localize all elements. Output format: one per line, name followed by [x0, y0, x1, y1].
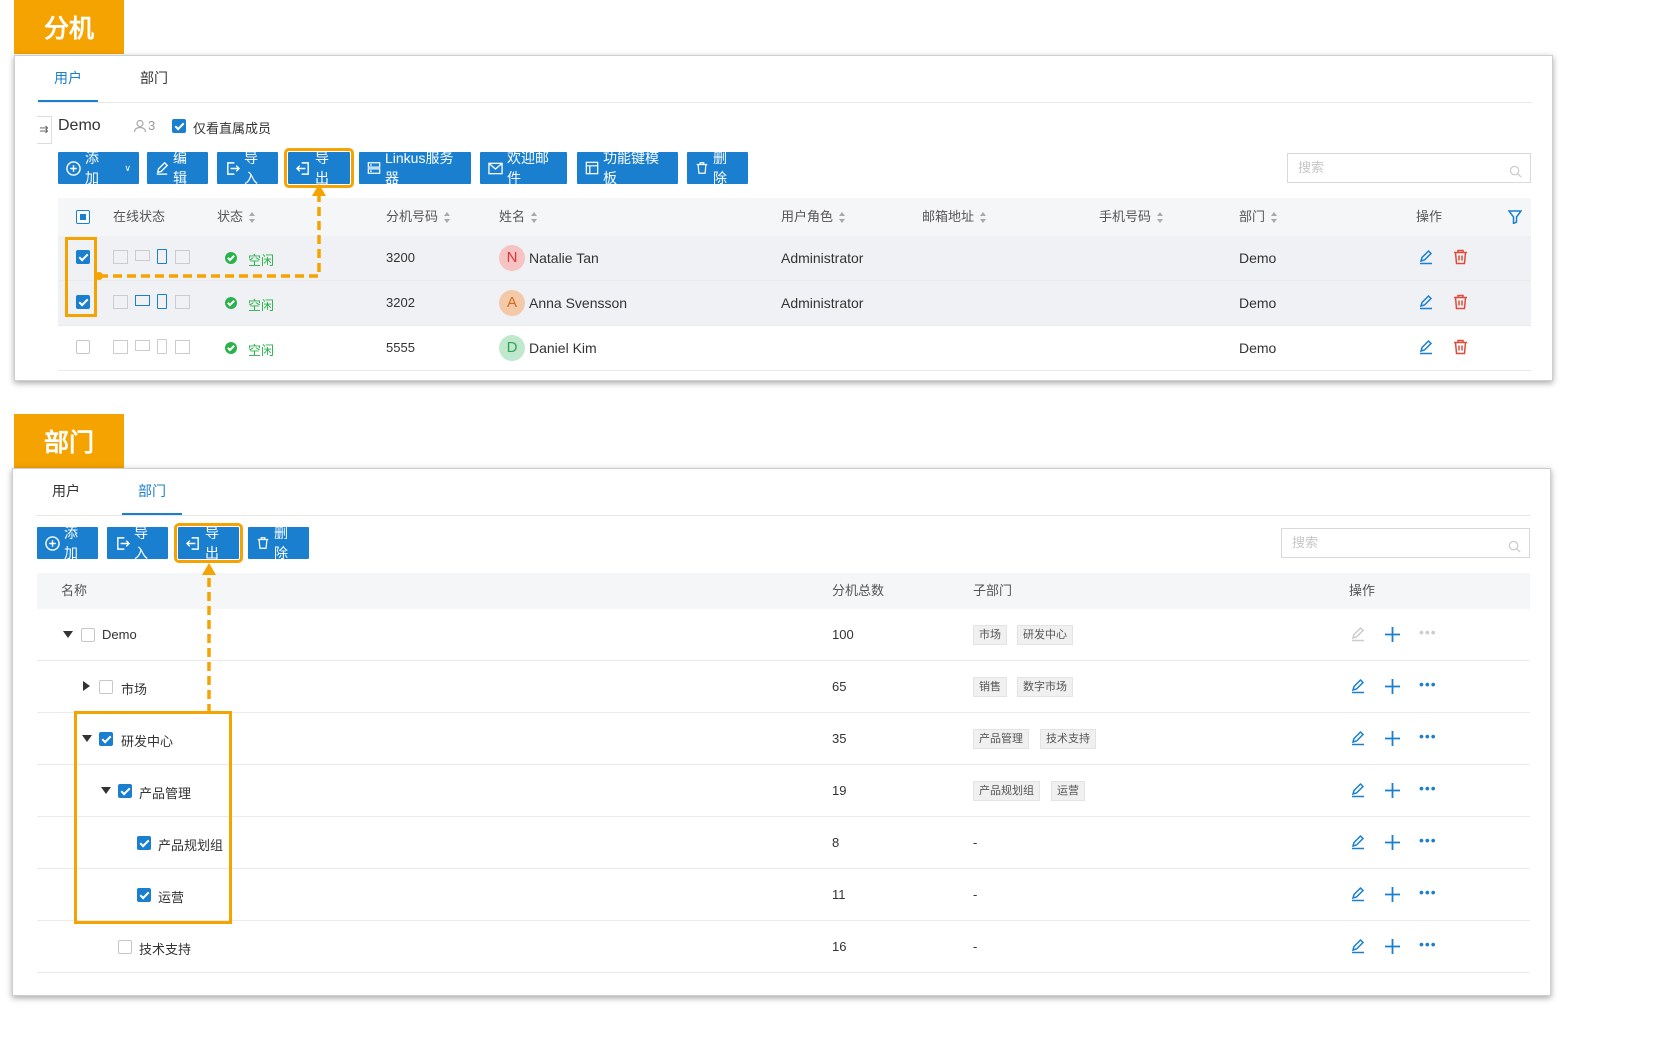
- section-label-extensions: 分机: [14, 0, 124, 54]
- annotation-arrow: [202, 563, 216, 713]
- section-label-departments: 部门: [14, 414, 124, 468]
- extensions-panel: 用户 部门 ⇉ Demo 3 仅看直属成员 添加 ∨ 编辑 导入 导出 Link…: [14, 55, 1553, 381]
- departments-panel: 用户 部门 添加 导入 导出 删除 搜索 名称 分机总数 子部门 操作 Demo…: [12, 468, 1551, 996]
- annotation-arrow: [95, 184, 326, 280]
